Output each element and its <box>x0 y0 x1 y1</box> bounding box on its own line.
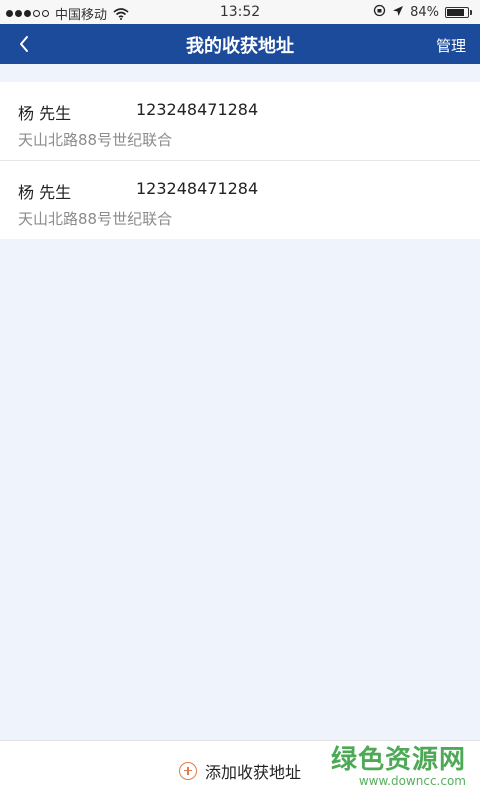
address-list: 杨 先生 123248471284 天山北路88号世纪联合 杨 先生 12324… <box>0 82 480 239</box>
manage-button[interactable]: 管理 <box>436 35 466 56</box>
recipient-phone: 123248471284 <box>136 100 259 119</box>
battery-icon <box>445 7 472 18</box>
rotation-lock-icon <box>373 4 386 21</box>
recipient-phone: 123248471284 <box>136 179 259 198</box>
recipient-name: 杨 先生 <box>18 104 72 123</box>
nav-bar: 我的收获地址 管理 <box>0 24 480 64</box>
plus-circle-icon <box>178 761 197 780</box>
add-address-label: 添加收获地址 <box>204 762 301 782</box>
status-right: 84% <box>373 4 472 21</box>
recipient-name: 杨 先生 <box>18 183 72 202</box>
location-arrow-icon <box>392 5 404 21</box>
address-item[interactable]: 杨 先生 123248471284 天山北路88号世纪联合 <box>0 161 480 239</box>
page-title: 我的收获地址 <box>186 36 294 57</box>
recipient-address: 天山北路88号世纪联合 <box>18 131 173 149</box>
status-bar: 中国移动 13:52 84% <box>0 0 480 24</box>
address-item[interactable]: 杨 先生 123248471284 天山北路88号世纪联合 <box>0 82 480 161</box>
add-address-button[interactable]: 添加收获地址 <box>0 740 480 800</box>
recipient-address: 天山北路88号世纪联合 <box>18 210 173 228</box>
battery-percent: 84% <box>410 5 439 20</box>
